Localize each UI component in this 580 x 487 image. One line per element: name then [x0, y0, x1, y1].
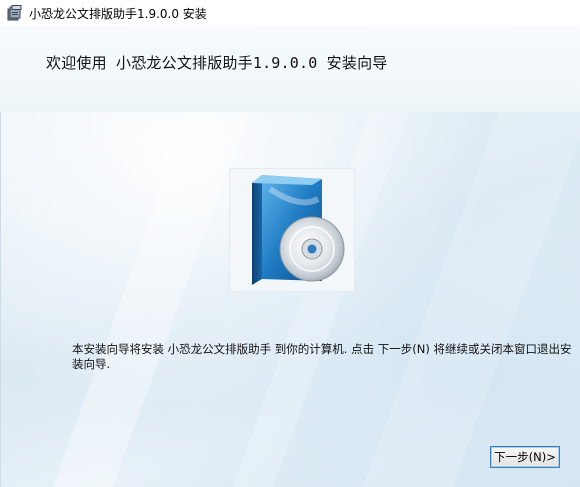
- software-box-cd-icon: [229, 168, 355, 292]
- wizard-description: 本安装向导将安装 小恐龙公文排版助手 到你的计算机. 点击 下一步(N) 将继续…: [72, 342, 572, 371]
- installer-icon[interactable]: [7, 5, 23, 21]
- next-button[interactable]: 下一步(N)>: [490, 446, 560, 468]
- window-title: 小恐龙公文排版助手1.9.0.0 安装: [29, 6, 207, 21]
- wizard-header: 欢迎使用 小恐龙公文排版助手1.9.0.0 安装向导: [0, 26, 580, 113]
- title-bar: 小恐龙公文排版助手1.9.0.0 安装: [0, 0, 580, 26]
- background-streak: [362, 112, 580, 487]
- wizard-body: 本安装向导将安装 小恐龙公文排版助手 到你的计算机. 点击 下一步(N) 将继续…: [0, 112, 580, 487]
- page-title: 欢迎使用 小恐龙公文排版助手1.9.0.0 安装向导: [46, 54, 388, 72]
- background-streak: [52, 112, 250, 487]
